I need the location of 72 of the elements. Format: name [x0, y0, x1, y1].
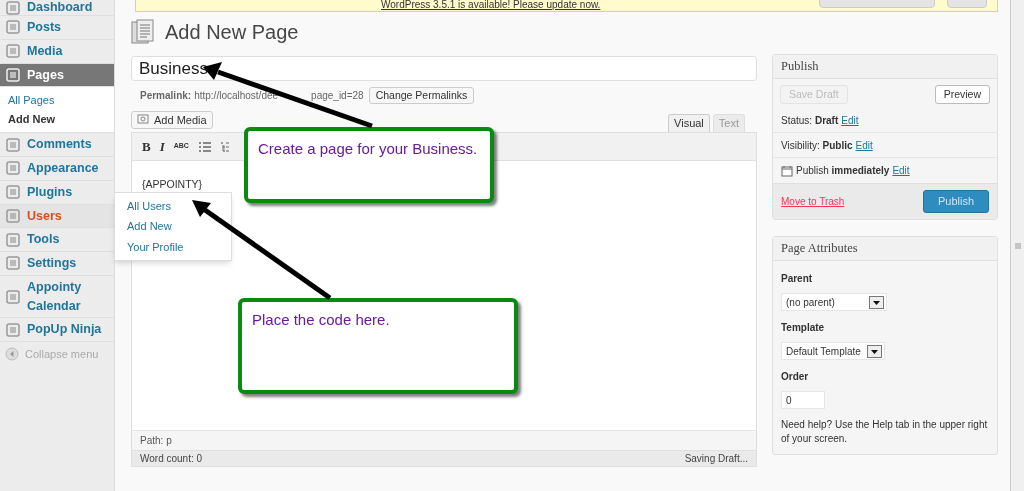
collapse-icon [5, 347, 19, 361]
menu-icon [5, 207, 21, 224]
select-field[interactable]: (no parent) [781, 293, 887, 311]
menu-icon [5, 160, 21, 177]
menu-icon [5, 66, 21, 83]
callout-box: Place the code here. [238, 298, 518, 394]
editor-tab[interactable]: Visual [668, 114, 710, 132]
order-field[interactable]: 0 [781, 391, 825, 409]
menu-icon [5, 255, 21, 272]
menu-icon [5, 321, 21, 338]
menu-item[interactable]: Media [0, 39, 114, 64]
menu-icon [5, 136, 21, 153]
publish-setting: Status: Draft [781, 113, 839, 128]
add-media-button[interactable]: Add Media [131, 111, 213, 129]
numbered-list-icon[interactable] [220, 140, 229, 153]
field-label: Template [781, 321, 826, 335]
menu-item[interactable]: Tools [0, 228, 114, 252]
menu-item[interactable]: Comments [0, 133, 114, 157]
publish-setting: Visibility: Public [781, 138, 853, 153]
flyout-item[interactable]: All Users [115, 195, 231, 216]
field-label: Order [781, 370, 810, 384]
word-count: Word count: 0 [140, 452, 203, 466]
help-tab[interactable] [947, 0, 987, 8]
scroll-grip-icon [1014, 242, 1021, 249]
menu-item[interactable]: Appointy Calendar [0, 275, 114, 319]
callout-box: Create a page for your Business. [244, 127, 494, 203]
help-text: Need help? Use the Help tab in the upper right of your screen. [781, 418, 989, 446]
edit-link[interactable]: Edit [841, 112, 859, 128]
calendar-icon [781, 164, 793, 177]
edit-link[interactable]: Edit [892, 163, 910, 178]
panel-title: Publish [781, 58, 819, 76]
menu-icon [5, 0, 21, 16]
menu-icon [5, 184, 21, 201]
menu-item[interactable]: Appearance [0, 157, 114, 181]
pages-icon [131, 19, 155, 45]
menu-item[interactable]: Plugins [0, 180, 114, 205]
menu-item[interactable]: Pages [0, 63, 114, 88]
toolbar-button[interactable]: B [142, 136, 151, 157]
title-field[interactable]: Business [131, 56, 757, 81]
flyout-item[interactable]: Add New [115, 216, 231, 237]
submenu-item[interactable]: All Pages [0, 91, 114, 110]
flyout-item[interactable]: Your Profile [115, 236, 231, 257]
preview-button[interactable]: Preview [934, 85, 990, 104]
menu-icon [5, 231, 21, 248]
move-to-trash-link[interactable]: Move to Trash [781, 194, 845, 209]
menu-icon [5, 19, 21, 36]
permalink-url: http://localhost/dee [194, 89, 279, 103]
menu-item[interactable]: Posts [0, 16, 114, 40]
toolbar-button[interactable]: I [159, 136, 165, 157]
menu-item[interactable]: Settings [0, 252, 114, 276]
page-title: Add New Page [165, 20, 299, 45]
field-label: Parent [781, 272, 814, 286]
menu-item[interactable]: Dashboard [0, 0, 114, 16]
permalink-url: page_id=28 [311, 89, 364, 103]
path-text: Path: p [140, 434, 172, 448]
save-status: Saving Draft... [684, 452, 748, 466]
media-icon [137, 114, 150, 126]
menu-icon [5, 43, 21, 60]
panel-title: Page Attributes [781, 240, 858, 258]
edit-link[interactable]: Edit [855, 137, 873, 153]
editor-content: {APPOINTY} [142, 178, 203, 190]
screen-options-tab[interactable] [819, 0, 935, 8]
submenu-item[interactable]: Add New [0, 109, 114, 129]
select-field[interactable]: Default Template [781, 342, 885, 360]
menu-icon [5, 288, 21, 305]
publish-setting: Publish immediately [796, 164, 890, 178]
publish-button[interactable]: Publish [922, 190, 989, 213]
scrollbar[interactable] [1010, 0, 1024, 491]
menu-item[interactable]: PopUp Ninja [0, 318, 114, 342]
change-permalinks-button[interactable]: Change Permalinks [368, 87, 475, 104]
permalink-label: Permalink: [140, 89, 192, 103]
bullet-list-icon[interactable] [197, 140, 212, 153]
